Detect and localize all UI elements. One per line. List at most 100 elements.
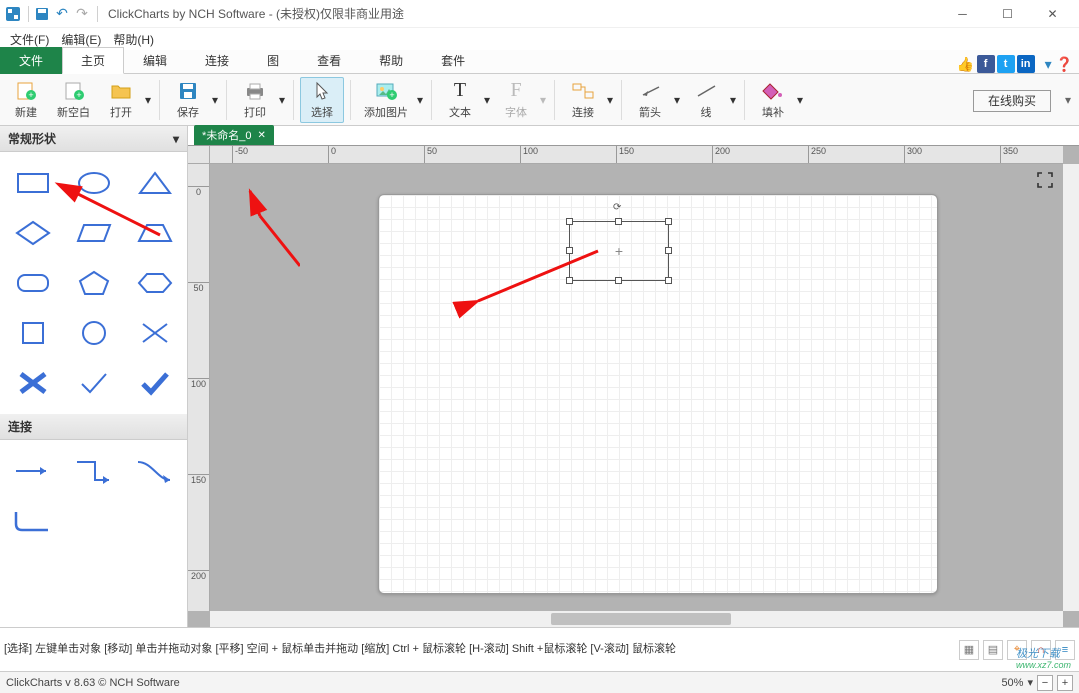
- separator: [97, 6, 98, 22]
- facebook-icon[interactable]: f: [977, 55, 995, 73]
- arrow-button[interactable]: 箭头: [628, 77, 672, 123]
- twitter-icon[interactable]: t: [997, 55, 1015, 73]
- tab-chart[interactable]: 图: [248, 47, 298, 74]
- shape-circle[interactable]: [65, 310, 122, 356]
- document-tab[interactable]: *未命名_0✕: [194, 125, 274, 145]
- select-button[interactable]: 选择: [300, 77, 344, 123]
- help-dropdown-icon[interactable]: ▾ ❓: [1045, 56, 1073, 73]
- resize-handle[interactable]: [665, 247, 672, 254]
- add-image-button[interactable]: +添加图片: [357, 77, 415, 123]
- tab-help[interactable]: 帮助: [360, 47, 422, 74]
- print-button[interactable]: 打印: [233, 77, 277, 123]
- fill-button[interactable]: 填补: [751, 77, 795, 123]
- font-dropdown[interactable]: ▾: [538, 77, 548, 123]
- shape-rectangle[interactable]: [4, 160, 61, 206]
- tab-file[interactable]: 文件: [0, 47, 62, 74]
- connector-rounded-elbow[interactable]: [4, 498, 61, 544]
- font-button[interactable]: F字体: [494, 77, 538, 123]
- save-button[interactable]: 保存: [166, 77, 210, 123]
- resize-handle[interactable]: [665, 277, 672, 284]
- new-button[interactable]: +新建: [4, 77, 48, 123]
- buy-online-button[interactable]: 在线购买: [973, 90, 1051, 112]
- new-blank-button[interactable]: +新空白: [50, 77, 97, 123]
- drawing-page[interactable]: ⟳ +: [378, 194, 938, 594]
- close-button[interactable]: ✕: [1030, 0, 1075, 28]
- shape-ellipse[interactable]: [65, 160, 122, 206]
- tab-home[interactable]: 主页: [62, 47, 124, 74]
- separator: [621, 80, 622, 120]
- shape-hexagon[interactable]: [126, 260, 183, 306]
- shape-parallelogram[interactable]: [65, 210, 122, 256]
- selected-rectangle-shape[interactable]: ⟳ +: [569, 221, 669, 281]
- resize-handle[interactable]: [615, 218, 622, 225]
- rotate-handle-icon[interactable]: ⟳: [613, 202, 621, 213]
- separator: [159, 80, 160, 120]
- shape-square[interactable]: [4, 310, 61, 356]
- svg-text:+: +: [389, 90, 394, 100]
- shape-cross-thin[interactable]: [126, 310, 183, 356]
- zoom-dropdown-icon[interactable]: ▾: [1027, 676, 1033, 689]
- fullscreen-icon[interactable]: [1037, 172, 1053, 188]
- text-button[interactable]: T文本: [438, 77, 482, 123]
- thumbs-up-icon[interactable]: 👍: [957, 55, 975, 73]
- save-dropdown[interactable]: ▾: [210, 77, 220, 123]
- vertical-scrollbar[interactable]: [1063, 164, 1079, 611]
- shape-grid: [0, 152, 187, 414]
- grid-icon[interactable]: ▤: [983, 640, 1003, 660]
- shape-cross-bold[interactable]: [4, 360, 61, 406]
- shape-check-bold[interactable]: [126, 360, 183, 406]
- zoom-in-button[interactable]: +: [1057, 675, 1073, 691]
- print-dropdown[interactable]: ▾: [277, 77, 287, 123]
- minimize-button[interactable]: ─: [940, 0, 985, 28]
- scrollbar-thumb[interactable]: [551, 613, 731, 625]
- zoom-out-button[interactable]: −: [1037, 675, 1053, 691]
- tab-view[interactable]: 查看: [298, 47, 360, 74]
- connectors-header[interactable]: 连接: [0, 414, 187, 440]
- line-dropdown[interactable]: ▾: [728, 77, 738, 123]
- resize-handle[interactable]: [566, 247, 573, 254]
- connector-elbow[interactable]: [65, 448, 122, 494]
- vertical-ruler: 0 50 100 150 200: [188, 164, 210, 611]
- save-icon[interactable]: [33, 5, 51, 23]
- shape-triangle[interactable]: [126, 160, 183, 206]
- shape-rounded-rect[interactable]: [4, 260, 61, 306]
- fill-dropdown[interactable]: ▾: [795, 77, 805, 123]
- shape-check-thin[interactable]: [65, 360, 122, 406]
- open-button[interactable]: 打开: [99, 77, 143, 123]
- ribbon-expand-icon[interactable]: ▾: [1061, 77, 1075, 123]
- resize-handle[interactable]: [566, 277, 573, 284]
- text-dropdown[interactable]: ▾: [482, 77, 492, 123]
- tab-close-icon[interactable]: ✕: [258, 130, 266, 141]
- tab-connect[interactable]: 连接: [186, 47, 248, 74]
- shapes-header[interactable]: 常规形状▾: [0, 126, 187, 152]
- resize-handle[interactable]: [566, 218, 573, 225]
- shape-pentagon[interactable]: [65, 260, 122, 306]
- shape-diamond[interactable]: [4, 210, 61, 256]
- shape-trapezoid[interactable]: [126, 210, 183, 256]
- connect-dropdown[interactable]: ▾: [605, 77, 615, 123]
- resize-handle[interactable]: [665, 218, 672, 225]
- ribbon-toolbar: +新建 +新空白 打开 ▾ 保存 ▾ 打印 ▾ 选择 +添加图片 ▾ T文本 ▾…: [0, 74, 1079, 126]
- line-button[interactable]: 线: [684, 77, 728, 123]
- undo-icon[interactable]: ↶: [53, 5, 71, 23]
- ribbon-tabs: 文件 主页 编辑 连接 图 查看 帮助 套件 👍 f t in ▾ ❓: [0, 50, 1079, 74]
- version-label: ClickCharts v 8.63 © NCH Software: [6, 677, 180, 689]
- resize-handle[interactable]: [615, 277, 622, 284]
- canvas-viewport[interactable]: ⟳ +: [210, 164, 1063, 611]
- linkedin-icon[interactable]: in: [1017, 55, 1035, 73]
- open-dropdown[interactable]: ▾: [143, 77, 153, 123]
- connect-button[interactable]: 连接: [561, 77, 605, 123]
- center-handle-icon[interactable]: +: [615, 243, 623, 259]
- layout-icon[interactable]: ▦: [959, 640, 979, 660]
- arrow-dropdown[interactable]: ▾: [672, 77, 682, 123]
- tab-suite[interactable]: 套件: [422, 47, 484, 74]
- maximize-button[interactable]: ☐: [985, 0, 1030, 28]
- redo-icon[interactable]: ↷: [73, 5, 91, 23]
- horizontal-scrollbar[interactable]: [210, 611, 1063, 627]
- separator: [28, 6, 29, 22]
- collapse-icon[interactable]: ▾: [173, 132, 179, 146]
- add-image-dropdown[interactable]: ▾: [415, 77, 425, 123]
- tab-edit[interactable]: 编辑: [124, 47, 186, 74]
- connector-curve[interactable]: [126, 448, 183, 494]
- connector-straight[interactable]: [4, 448, 61, 494]
